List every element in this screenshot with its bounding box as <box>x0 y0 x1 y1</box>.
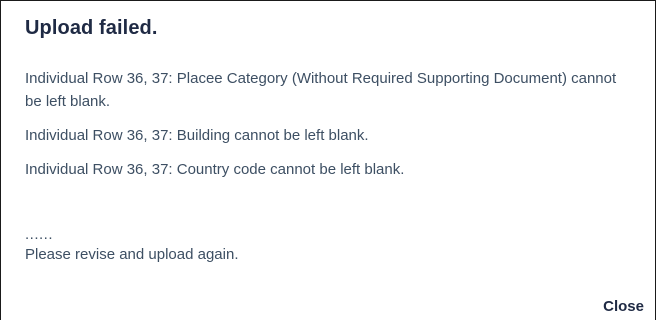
error-message-list: Individual Row 36, 37: Placee Category (… <box>25 67 625 192</box>
dialog-title: Upload failed. <box>25 17 158 39</box>
more-errors-ellipsis: ...... <box>25 226 54 243</box>
error-message: Individual Row 36, 37: Country code cann… <box>25 161 405 178</box>
error-message: Individual Row 36, 37: Building cannot b… <box>25 127 369 144</box>
error-message: Individual Row 36, 37: Placee Category (… <box>25 70 617 110</box>
close-button[interactable]: Close <box>603 298 644 315</box>
upload-error-dialog: Upload failed. Individual Row 36, 37: Pl… <box>0 0 656 320</box>
revise-instruction: Please revise and upload again. <box>25 246 239 263</box>
